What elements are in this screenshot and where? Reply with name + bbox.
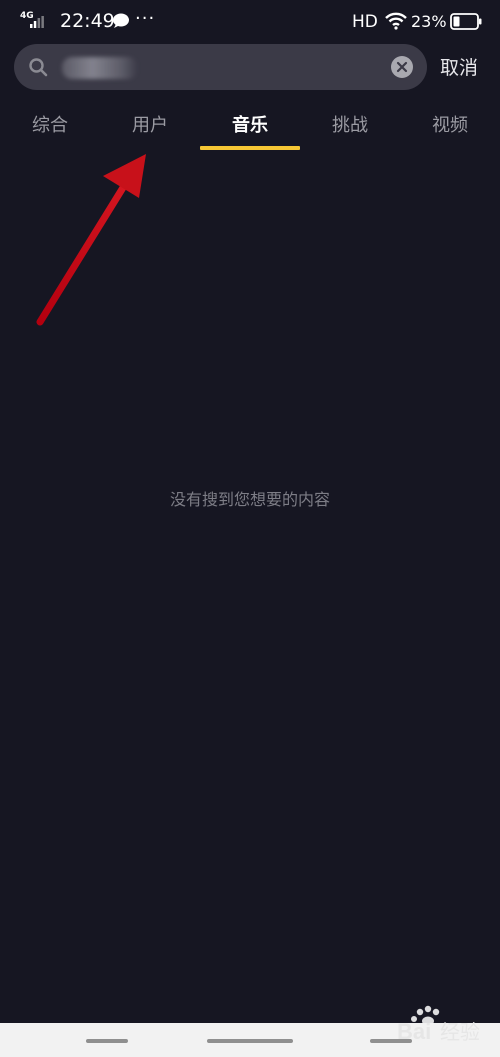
nav-home-handle[interactable] bbox=[207, 1039, 293, 1043]
clock: 22:49 bbox=[60, 10, 115, 32]
close-circle-icon[interactable] bbox=[391, 56, 413, 78]
status-bar: 4G 22:49 ··· HD 23% bbox=[0, 0, 500, 44]
search-input[interactable] bbox=[60, 52, 394, 84]
nav-back-handle[interactable] bbox=[86, 1039, 128, 1043]
search-result-tabs: 综合 用户 音乐 挑战 视频 bbox=[0, 108, 500, 154]
empty-state-message: 没有搜到您想要的内容 bbox=[169, 490, 330, 509]
battery-icon bbox=[450, 13, 482, 30]
battery-percentage: 23% bbox=[411, 12, 447, 31]
hd-indicator: HD bbox=[352, 12, 378, 32]
active-tab-indicator bbox=[200, 146, 300, 150]
watermark-brand: Bai bbox=[397, 1019, 432, 1044]
wifi-icon bbox=[385, 12, 407, 30]
tab-music[interactable]: 音乐 bbox=[200, 108, 300, 148]
cancel-button[interactable]: 取消 bbox=[440, 55, 478, 81]
watermark-text: 经验 bbox=[440, 1020, 480, 1044]
more-notifications-icon: ··· bbox=[135, 8, 156, 29]
search-icon bbox=[29, 58, 48, 77]
tab-videos[interactable]: 视频 bbox=[400, 108, 500, 148]
search-row: 取消 bbox=[0, 44, 500, 92]
message-bubble-icon bbox=[113, 13, 129, 28]
system-navigation-bar: Bai 经验 bbox=[0, 1019, 500, 1057]
tab-general[interactable]: 综合 bbox=[0, 108, 100, 148]
tab-challenges[interactable]: 挑战 bbox=[300, 108, 400, 148]
cell-signal-icon bbox=[30, 16, 44, 28]
search-box[interactable] bbox=[14, 44, 427, 90]
tab-users[interactable]: 用户 bbox=[100, 108, 200, 148]
